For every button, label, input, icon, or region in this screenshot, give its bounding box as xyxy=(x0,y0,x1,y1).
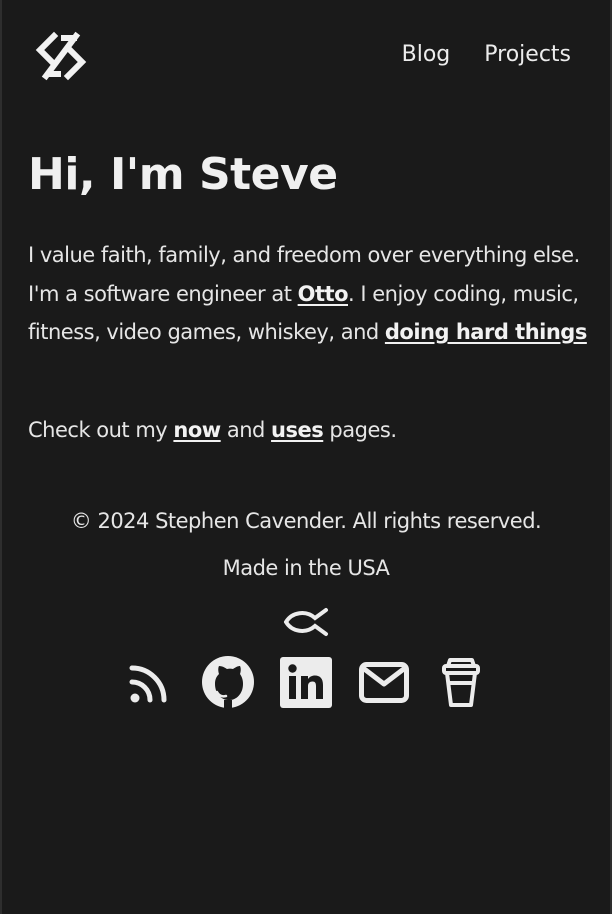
linkedin-icon[interactable] xyxy=(280,657,332,708)
pages-text: and xyxy=(220,418,272,442)
main-nav: Blog Projects xyxy=(402,40,571,70)
uses-link[interactable]: uses xyxy=(271,418,324,442)
pages-paragraph: Check out my now and uses pages. xyxy=(28,411,397,449)
coffee-cup-icon[interactable] xyxy=(441,656,481,710)
ichthys-fish-icon xyxy=(282,606,330,638)
nav-link-projects[interactable]: Projects xyxy=(484,40,571,70)
otto-link[interactable]: Otto xyxy=(298,282,349,306)
site-logo[interactable] xyxy=(34,30,88,82)
rss-icon[interactable] xyxy=(128,662,172,704)
pages-text: Check out my xyxy=(28,418,174,442)
logo-icon xyxy=(35,31,87,81)
now-link[interactable]: now xyxy=(173,418,221,442)
page-title: Hi, I'm Steve xyxy=(28,149,338,200)
copyright-text: © 2024 Stephen Cavender. All rights rese… xyxy=(70,509,542,533)
mail-icon[interactable] xyxy=(359,662,409,704)
github-icon[interactable] xyxy=(202,656,254,708)
page-frame xyxy=(0,0,612,914)
made-in-usa-text: Made in the USA xyxy=(222,556,390,580)
nav-link-blog[interactable]: Blog xyxy=(402,40,451,70)
intro-paragraph: I value faith, family, and freedom over … xyxy=(28,236,588,352)
doing-hard-things-link[interactable]: doing hard things xyxy=(385,320,587,344)
pages-text: pages. xyxy=(323,418,397,442)
